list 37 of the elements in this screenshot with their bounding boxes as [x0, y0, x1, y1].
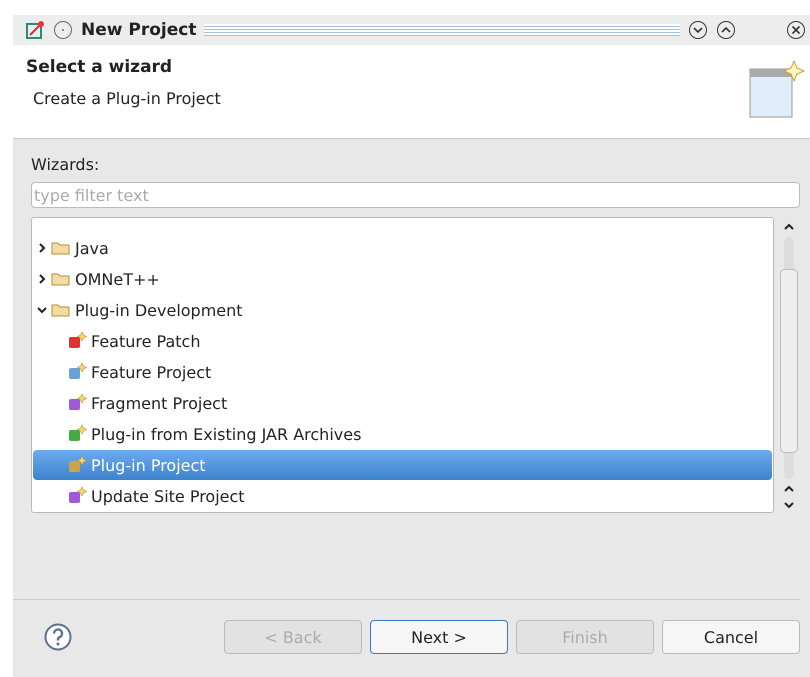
folder-icon	[51, 240, 71, 256]
project-icon	[67, 486, 87, 506]
minimize-icon[interactable]	[688, 20, 708, 40]
close-icon[interactable]	[786, 20, 806, 40]
folder-icon	[51, 271, 71, 287]
app-icon	[25, 20, 45, 40]
dialog-button[interactable]: Cancel	[662, 620, 800, 654]
tree-item[interactable]: Feature Project	[33, 357, 772, 387]
project-icon	[67, 393, 87, 413]
project-icon	[67, 331, 87, 351]
scrollbar-thumb[interactable]	[780, 269, 798, 453]
project-icon	[67, 455, 87, 475]
header-description: Create a Plug-in Project	[32, 89, 222, 108]
tree-item[interactable]: Fragment Project	[33, 388, 772, 418]
filter-field[interactable]: type filter text	[31, 182, 800, 208]
help-icon[interactable]	[44, 623, 72, 651]
project-icon	[67, 362, 87, 382]
scroll-up-icon[interactable]	[784, 485, 794, 493]
maximize-icon[interactable]	[716, 20, 736, 40]
header-title: Select a wizard	[26, 57, 174, 77]
chevron-right-icon[interactable]	[37, 274, 47, 284]
tree-item[interactable]: Java	[33, 233, 772, 263]
folder-icon	[51, 302, 71, 318]
window-title: New Project	[81, 20, 196, 40]
project-icon	[67, 424, 87, 444]
chevron-right-icon[interactable]	[37, 243, 47, 253]
scroll-down-icon[interactable]	[784, 501, 794, 509]
tree-item[interactable]: Update Site Project	[33, 481, 772, 511]
chevron-down-icon[interactable]	[37, 305, 47, 315]
dialog-button[interactable]: Next >	[370, 620, 508, 654]
wizards-label: Wizards:	[31, 155, 100, 174]
tree-item[interactable]: Plug-in Development	[33, 295, 772, 325]
tree-item[interactable]: Feature Patch	[33, 326, 772, 356]
menu-circle-icon[interactable]	[53, 20, 73, 40]
scroll-up-icon[interactable]	[784, 223, 794, 231]
tree-item[interactable]: OMNeT++	[33, 264, 772, 294]
tree-item[interactable]: Plug-in from Existing JAR Archives	[33, 419, 772, 449]
